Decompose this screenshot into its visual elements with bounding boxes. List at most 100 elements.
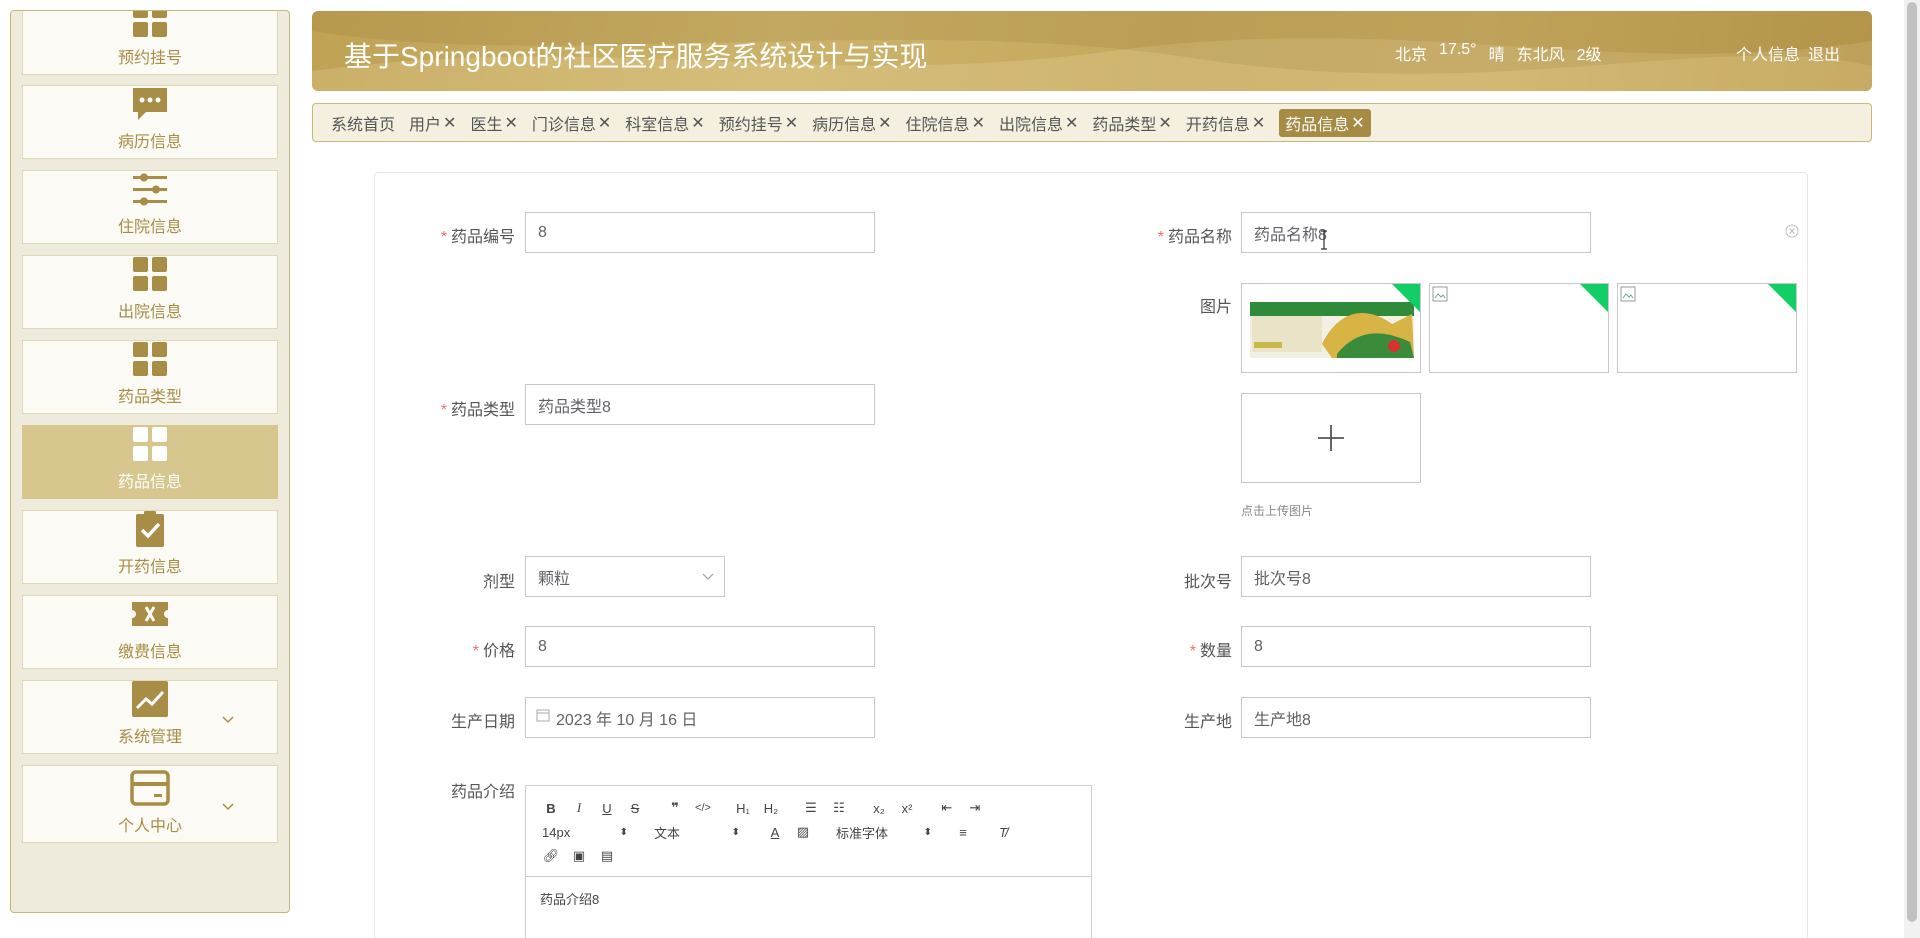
logout-link[interactable]: 退出	[1808, 41, 1840, 65]
link-icon[interactable]: 🔗︎	[542, 848, 560, 864]
heading2-icon[interactable]: H₂	[762, 801, 780, 816]
underline-icon[interactable]: U	[598, 801, 616, 816]
drug-name-input[interactable]: 药品名称8	[1241, 212, 1591, 253]
tab-users[interactable]: 用户 ✕	[409, 111, 456, 135]
origin-input[interactable]: 生产地8	[1241, 697, 1591, 738]
clear-format-icon[interactable]: T̸	[994, 825, 1012, 840]
font-size-value: 14px	[542, 824, 571, 840]
editor-toolbar-row: 🔗︎ ▣ ▤	[542, 846, 626, 866]
ordered-list-icon[interactable]: ☰	[802, 800, 820, 816]
price-input[interactable]: 8	[525, 626, 875, 667]
close-icon[interactable]: ✕	[785, 113, 798, 133]
tab-doctors[interactable]: 医生 ✕	[470, 111, 517, 135]
tab-appointment[interactable]: 预约挂号 ✕	[719, 111, 798, 135]
font-color-icon[interactable]: A	[766, 825, 784, 840]
tab-label: 住院信息	[905, 116, 970, 134]
batch-no-label: 批次号	[1183, 574, 1232, 591]
production-date-picker[interactable]: 2023 年 10 月 16 日	[525, 697, 875, 738]
tab-outpatient[interactable]: 门诊信息 ✕	[532, 111, 611, 135]
sidebar-item-inpatient[interactable]: 住院信息	[22, 170, 278, 244]
superscript-icon[interactable]: x²	[898, 801, 916, 816]
profile-link[interactable]: 个人信息	[1736, 41, 1800, 65]
subscript-icon[interactable]: x₂	[870, 801, 888, 816]
sidebar-item-label: 个人中心	[117, 818, 182, 835]
sidebar-item-label: 预约挂号	[117, 50, 182, 67]
drug-image-thumbnail[interactable]	[1429, 283, 1609, 373]
background-color-icon[interactable]: ▨	[794, 824, 812, 840]
close-icon[interactable]: ✕	[1252, 113, 1265, 133]
sidebar-item-appointment[interactable]: 预约挂号	[22, 11, 278, 75]
sidebar-item-system-management[interactable]: 系统管理	[22, 680, 278, 754]
weather-condition: 晴	[1488, 47, 1505, 64]
clear-icon[interactable]	[1785, 224, 1799, 238]
italic-icon[interactable]: I	[570, 800, 588, 816]
tab-drug-info[interactable]: 药品信息 ✕	[1279, 108, 1371, 137]
tab-discharge[interactable]: 出院信息 ✕	[999, 111, 1078, 135]
close-icon[interactable]: ✕	[691, 113, 704, 133]
sidebar-item-drug-info[interactable]: 药品信息	[22, 425, 278, 499]
sidebar-item-label: 系统管理	[117, 729, 182, 746]
tab-inpatient[interactable]: 住院信息 ✕	[906, 111, 985, 135]
tab-prescription[interactable]: 开药信息 ✕	[1186, 111, 1265, 135]
close-icon[interactable]: ✕	[1065, 113, 1078, 133]
close-icon[interactable]: ✕	[1158, 113, 1171, 133]
drug-code-input[interactable]: 8	[525, 212, 875, 253]
bold-icon[interactable]: B	[542, 801, 560, 816]
text-style-select[interactable]: 文本 ⬍	[654, 823, 740, 842]
batch-no-input[interactable]: 批次号8	[1241, 556, 1591, 597]
strikethrough-icon[interactable]: S	[626, 801, 644, 816]
quantity-input[interactable]: 8	[1241, 626, 1591, 667]
header: 基于Springboot的社区医疗服务系统设计与实现 北京 17.5° 晴 东北…	[312, 11, 1872, 91]
editor-content[interactable]: 药品介绍8	[526, 876, 1091, 920]
page-scrollbar[interactable]	[1904, 0, 1920, 938]
code-icon[interactable]: </>	[694, 802, 712, 814]
chat-dots-icon	[130, 84, 170, 124]
sidebar-item-medical-records[interactable]: 病历信息	[22, 85, 278, 159]
blockquote-icon[interactable]: ❞	[666, 800, 684, 816]
drug-image-thumbnail[interactable]	[1241, 283, 1421, 373]
close-icon[interactable]: ✕	[878, 113, 891, 133]
image-upload-button[interactable]	[1241, 393, 1421, 483]
indent-icon[interactable]: ⇥	[966, 800, 984, 816]
sidebar-item-drug-type[interactable]: 药品类型	[22, 340, 278, 414]
tab-department[interactable]: 科室信息 ✕	[625, 111, 704, 135]
bullet-list-icon[interactable]: ☷	[830, 800, 848, 816]
sidebar: 预约挂号 病历信息 住院信息 出院信息 药品类型 药品信息 开药信息 缴费信息	[10, 10, 290, 913]
quantity-label: * 数量	[1189, 643, 1232, 660]
tab-medical-records[interactable]: 病历信息 ✕	[812, 111, 891, 135]
scrollbar-thumb[interactable]	[1907, 2, 1917, 922]
video-icon[interactable]: ▤	[598, 848, 616, 864]
tab-home[interactable]: 系统首页	[331, 111, 395, 135]
heading1-icon[interactable]: H₁	[734, 801, 752, 816]
weather-level: 2级	[1576, 47, 1602, 64]
clipboard-check-icon	[130, 509, 170, 549]
font-family-select[interactable]: 标准字体 ⬍	[836, 823, 932, 842]
broken-image-icon	[1432, 286, 1448, 302]
close-icon[interactable]: ✕	[504, 113, 517, 133]
tab-label: 科室信息	[625, 116, 690, 134]
outdent-icon[interactable]: ⇤	[938, 800, 956, 816]
tab-label: 预约挂号	[718, 116, 783, 134]
tab-drug-type[interactable]: 药品类型 ✕	[1092, 111, 1171, 135]
drug-type-label: * 药品类型	[440, 402, 515, 419]
drug-image-thumbnail[interactable]	[1617, 283, 1797, 373]
app-root: 预约挂号 病历信息 住院信息 出院信息 药品类型 药品信息 开药信息 缴费信息	[0, 0, 1920, 938]
close-icon[interactable]: ✕	[972, 113, 985, 133]
image-icon[interactable]: ▣	[570, 848, 588, 864]
sidebar-item-personal-center[interactable]: 个人中心	[22, 765, 278, 843]
weather-temp: 17.5°	[1439, 41, 1477, 58]
font-size-select[interactable]: 14px ⬍	[542, 825, 628, 840]
close-icon[interactable]: ✕	[598, 113, 611, 133]
chevron-down-icon	[222, 803, 234, 811]
upload-success-badge	[1392, 284, 1420, 312]
drug-type-input[interactable]: 药品类型8	[525, 384, 875, 425]
dosage-form-select[interactable]: 颗粒	[525, 556, 725, 597]
sidebar-item-discharge[interactable]: 出院信息	[22, 255, 278, 329]
close-icon[interactable]: ✕	[443, 113, 456, 133]
sidebar-item-payment[interactable]: 缴费信息	[22, 595, 278, 669]
tab-label: 医生	[470, 116, 503, 134]
close-icon[interactable]: ✕	[1351, 113, 1364, 133]
sidebar-item-prescription[interactable]: 开药信息	[22, 510, 278, 584]
production-date-value: 2023 年 10 月 16 日	[556, 711, 698, 729]
align-icon[interactable]: ≡	[954, 825, 972, 840]
